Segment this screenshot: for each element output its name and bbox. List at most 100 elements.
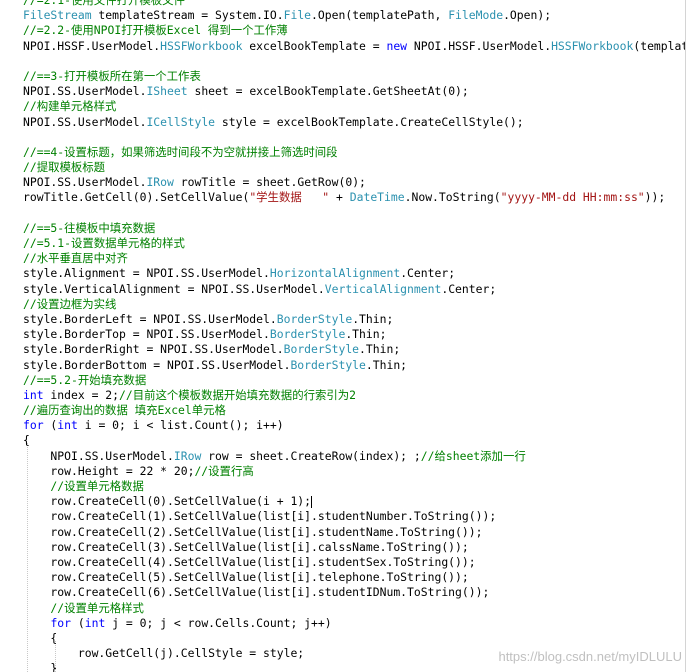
code-token: style.BorderTop = NPOI.SS.UserModel. [23, 327, 270, 342]
code-token: "学生数据 " [249, 190, 330, 205]
code-token: //==3-打开模板所在第一个工作表 [23, 68, 201, 83]
code-line[interactable]: //水平垂直居中对齐 [23, 251, 685, 266]
code-line[interactable]: row.CreateCell(2).SetCellValue(list[i].s… [23, 525, 685, 540]
code-token: //设置单元格数据 [23, 479, 144, 493]
code-token: index = 2; [43, 387, 120, 402]
code-token: row.CreateCell(3).SetCellValue(list[i].c… [23, 539, 469, 554]
code-token: rowTitle.GetCell(0).SetCellValue( [23, 190, 250, 205]
code-editor[interactable]: //=2.1-使用文件打开模板文件 FileStream templateStre… [0, 0, 686, 672]
code-token: } [23, 661, 58, 672]
code-line[interactable]: //==4-设置标题，如果筛选时间段不为空就拼接上筛选时间段 [23, 144, 685, 160]
code-line[interactable]: NPOI.SS.UserModel.ISheet sheet = excelBo… [23, 84, 685, 99]
code-token: //提取模板标题 [23, 160, 106, 175]
text-caret [311, 495, 313, 508]
code-line[interactable]: row.CreateCell(1).SetCellValue(list[i].s… [23, 509, 685, 524]
code-token: //遍历查询出的数据 填充Excel单元格 [23, 403, 226, 418]
code-token: row.Height = 22 * 20; [23, 463, 195, 478]
code-line[interactable]: row.CreateCell(6).SetCellValue(list[i].s… [23, 585, 685, 600]
code-token: for [23, 418, 44, 433]
code-line[interactable]: NPOI.HSSF.UserModel.HSSFWorkbook excelBo… [23, 38, 685, 54]
code-token: NPOI.HSSF.UserModel. [407, 38, 552, 53]
code-token: HorizontalAlignment [269, 266, 401, 281]
code-token: BorderStyle [276, 311, 353, 326]
code-line[interactable]: //构建单元格样式 [23, 99, 685, 114]
code-line[interactable]: row.Height = 22 * 20;//设置行高 [23, 463, 685, 479]
code-line[interactable]: //==5-往模板中填充数据 [23, 221, 685, 236]
code-line[interactable]: int index = 2;//目前这个模板数据开始填充数据的行索引为2 [23, 387, 685, 403]
editor-gutter [0, 0, 18, 672]
code-token: //=5.1-设置数据单元格的样式 [23, 236, 185, 250]
code-token: NPOI.HSSF.UserModel. [23, 38, 161, 53]
code-line[interactable]: row.CreateCell(5).SetCellValue(list[i].t… [23, 570, 685, 585]
code-line[interactable]: //=2.1-使用文件打开模板文件 [23, 0, 685, 8]
code-token: .Thin; [352, 311, 394, 326]
code-token: ( [71, 615, 85, 630]
code-token: DateTime [349, 190, 405, 205]
code-token: templateStream = System.IO. [91, 8, 284, 23]
code-token: //给sheet添加一行 [420, 448, 526, 463]
code-token: .Open(templatePath, [311, 8, 449, 23]
code-token: //==5.2-开始填充数据 [23, 372, 147, 387]
code-line[interactable]: NPOI.SS.UserModel.IRow rowTitle = sheet.… [23, 175, 685, 190]
code-line[interactable]: style.BorderLeft = NPOI.SS.UserModel.Bor… [23, 311, 685, 327]
code-line[interactable]: //设置单元格样式 [23, 601, 685, 616]
code-token: ISheet [146, 84, 188, 99]
code-line[interactable]: NPOI.SS.UserModel.ICellStyle style = exc… [23, 114, 685, 130]
code-token: int [84, 615, 106, 630]
code-token: //==4-设置标题，如果筛选时间段不为空就拼接上筛选时间段 [23, 144, 338, 159]
code-line[interactable]: //遍历查询出的数据 填充Excel单元格 [23, 403, 685, 418]
code-token: File [283, 8, 312, 23]
code-token: style.VerticalAlignment = NPOI.SS.UserMo… [23, 281, 325, 296]
code-token: //设置边框为实线 [23, 296, 117, 311]
code-token: style.BorderLeft = NPOI.SS.UserModel. [23, 311, 277, 326]
code-line[interactable]: style.BorderBottom = NPOI.SS.UserModel.B… [23, 358, 685, 373]
code-line[interactable]: FileStream templateStream = System.IO.Fi… [23, 8, 685, 23]
code-line[interactable]: NPOI.SS.UserModel.IRow row = sheet.Creat… [23, 448, 685, 464]
code-token: i = 0; i < list.Count(); i++) [77, 418, 284, 433]
code-token: BorderStyle [283, 342, 360, 357]
code-token: for [50, 615, 72, 630]
code-token: //水平垂直居中对齐 [23, 251, 128, 266]
code-token: row.CreateCell(6).SetCellValue(list[i].s… [23, 585, 490, 600]
code-line[interactable]: for (int j = 0; j < row.Cells.Count; j++… [23, 615, 685, 631]
code-line[interactable]: for (int i = 0; i < list.Count(); i++) [23, 418, 685, 433]
code-token: .Now.ToString( [404, 190, 501, 205]
code-line[interactable]: //设置单元格数据 [23, 479, 685, 494]
code-line[interactable]: style.BorderTop = NPOI.SS.UserModel.Bord… [23, 327, 685, 342]
code-line[interactable]: row.CreateCell(0).SetCellValue(i + 1); [23, 494, 685, 509]
code-token: row = sheet.CreateRow(index); ; [201, 448, 421, 463]
code-line[interactable]: //提取模板标题 [23, 160, 685, 175]
code-line[interactable]: //==5.2-开始填充数据 [23, 372, 685, 388]
code-token: //目前这个模板数据开始填充数据的行索引为2 [119, 387, 357, 402]
code-line[interactable]: style.BorderRight = NPOI.SS.UserModel.Bo… [23, 342, 685, 357]
code-token: .Center; [400, 266, 456, 281]
code-line[interactable]: //==3-打开模板所在第一个工作表 [23, 68, 685, 84]
code-token: int [23, 387, 44, 402]
code-line[interactable]: //=5.1-设置数据单元格的样式 [23, 236, 685, 251]
code-line[interactable]: row.CreateCell(3).SetCellValue(list[i].c… [23, 539, 685, 555]
code-token: NPOI.SS.UserModel. [23, 84, 147, 99]
code-line[interactable]: style.VerticalAlignment = NPOI.SS.UserMo… [23, 281, 685, 297]
code-line[interactable]: //=2.2-使用NPOI打开模板Excel 得到一个工作薄 [23, 23, 685, 38]
code-token: rowTitle = sheet.GetRow(0); [173, 175, 366, 190]
code-line[interactable]: row.CreateCell(4).SetCellValue(list[i].s… [23, 555, 685, 570]
code-token: .Center; [441, 281, 497, 296]
code-line[interactable]: { [23, 630, 685, 646]
code-token: //=2.1-使用文件打开模板文件 [23, 0, 185, 7]
code-line[interactable]: //设置边框为实线 [23, 296, 685, 312]
code-token: .Thin; [345, 327, 387, 342]
code-line[interactable]: { [23, 433, 685, 448]
code-token: row.CreateCell(5).SetCellValue(list[i].t… [23, 570, 469, 585]
code-token: .Open); [503, 8, 552, 23]
code-token: FileMode [448, 8, 504, 23]
code-token: ICellStyle [146, 114, 216, 129]
watermark-text: https://blog.csdn.net/myIDLULU [498, 649, 682, 664]
code-token: { [23, 630, 58, 645]
code-token: "yyyy-MM-dd HH:mm:ss" [500, 190, 645, 205]
code-token: HSSFWorkbook [160, 38, 243, 53]
code-line[interactable]: rowTitle.GetCell(0).SetCellValue("学生数据 "… [23, 190, 685, 205]
code-line[interactable]: style.Alignment = NPOI.SS.UserModel.Hori… [23, 266, 685, 281]
code-token: sheet = excelBookTemplate.GetSheetAt(0); [187, 84, 469, 99]
